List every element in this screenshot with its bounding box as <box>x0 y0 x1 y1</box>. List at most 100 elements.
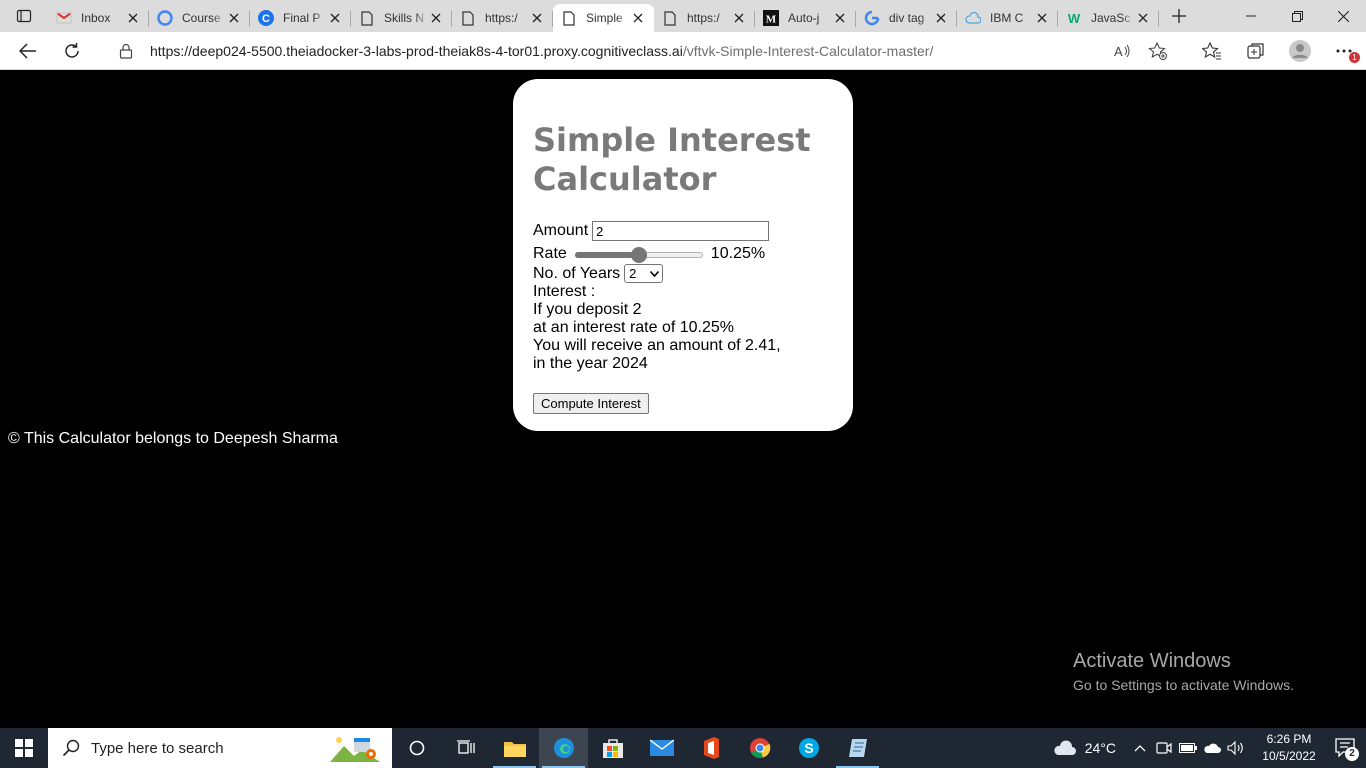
chrome-icon <box>749 738 770 758</box>
slider-fill <box>574 252 639 258</box>
minimize-button[interactable] <box>1228 0 1274 32</box>
address-bar-actions: A <box>1104 36 1176 66</box>
edge-icon <box>553 738 574 758</box>
tab-final-project[interactable]: C Final P <box>250 4 351 32</box>
compute-interest-button[interactable]: Compute Interest <box>533 393 649 414</box>
tab-actions-icon <box>16 9 32 23</box>
taskbar-chrome[interactable] <box>735 728 784 768</box>
chevron-down-icon <box>650 270 660 277</box>
battery-button[interactable] <box>1176 728 1200 768</box>
notification-count: 2 <box>1345 747 1359 761</box>
back-button[interactable] <box>6 32 50 70</box>
tab-label: Skills N <box>384 11 425 25</box>
tab-auto[interactable]: M Auto-j <box>755 4 856 32</box>
taskbar-file-explorer[interactable] <box>490 728 539 768</box>
clock-date: 10/5/2022 <box>1262 749 1316 763</box>
restore-button[interactable] <box>1274 0 1320 32</box>
svg-text:S: S <box>804 740 813 756</box>
tab-label: JavaSc <box>1091 11 1131 25</box>
refresh-icon <box>65 42 79 58</box>
close-tab-icon[interactable] <box>630 10 646 26</box>
taskbar-store[interactable] <box>588 728 637 768</box>
close-tab-icon[interactable] <box>226 10 242 26</box>
new-tab-button[interactable] <box>1159 0 1199 32</box>
tab-https-1[interactable]: https:/ <box>452 4 553 32</box>
refresh-button[interactable] <box>50 32 94 70</box>
address-bar[interactable]: https://deep024-5500.theiadocker-3-labs-… <box>100 36 1176 66</box>
taskbar-clock[interactable]: 6:26 PM 10/5/2022 <box>1252 731 1326 765</box>
close-tab-icon[interactable] <box>933 10 949 26</box>
cortana-button[interactable] <box>392 728 441 768</box>
rate-value: 10.25% <box>710 245 766 262</box>
cloud-icon <box>965 10 981 26</box>
tab-ibm-cloud[interactable]: IBM C <box>957 4 1058 32</box>
years-row: No. of Years 2 <box>533 264 833 283</box>
close-tab-icon[interactable] <box>125 10 141 26</box>
taskbar-mail[interactable] <box>637 728 686 768</box>
taskbar-edge[interactable] <box>539 728 588 768</box>
slider-thumb[interactable] <box>630 247 647 263</box>
tab-simple-active[interactable]: Simple <box>553 4 654 32</box>
tab-course[interactable]: Course <box>149 4 250 32</box>
close-tab-icon[interactable] <box>731 10 747 26</box>
onedrive-button[interactable] <box>1200 728 1224 768</box>
rate-slider[interactable] <box>574 244 703 264</box>
svg-text:C: C <box>262 13 270 25</box>
close-tab-icon[interactable] <box>428 10 444 26</box>
tab-skills[interactable]: Skills N <box>351 4 452 32</box>
tab-label: Auto-j <box>788 11 820 25</box>
tab-div-tag[interactable]: div tag <box>856 4 957 32</box>
taskbar-notes-app[interactable] <box>833 728 882 768</box>
action-center-button[interactable]: 2 <box>1326 728 1366 768</box>
camera-icon <box>1156 742 1172 754</box>
close-tab-icon[interactable] <box>832 10 848 26</box>
mail-icon <box>649 739 674 756</box>
close-tab-icon[interactable] <box>529 10 545 26</box>
tab-label: Inbox <box>81 11 111 25</box>
lock-icon[interactable] <box>116 41 136 61</box>
taskbar-search-box[interactable]: Type here to search <box>48 728 392 768</box>
circle-c-icon: C <box>258 10 274 26</box>
result-amount: You will receive an amount of 2.41, <box>533 337 781 354</box>
read-aloud-icon: A <box>1114 44 1130 59</box>
close-tab-icon[interactable] <box>1034 10 1050 26</box>
close-window-button[interactable] <box>1320 0 1366 32</box>
calculator-card: Simple Interest Calculator Amount Rate 1… <box>513 79 853 431</box>
meet-now-button[interactable] <box>1152 728 1176 768</box>
taskbar-skype[interactable]: S <box>784 728 833 768</box>
volume-button[interactable] <box>1224 728 1248 768</box>
settings-menu-button[interactable]: 1 <box>1322 32 1366 70</box>
years-select[interactable]: 2 <box>624 264 664 283</box>
profile-button[interactable] <box>1278 32 1322 70</box>
window-controls <box>1228 0 1366 32</box>
taskbar-office[interactable] <box>686 728 735 768</box>
search-icon <box>62 739 80 757</box>
close-tab-icon[interactable] <box>327 10 343 26</box>
weather-widget[interactable]: 24°C <box>1053 740 1116 756</box>
svg-text:W: W <box>1068 11 1081 26</box>
tab-https-2[interactable]: https:/ <box>654 4 755 32</box>
task-view-icon <box>456 740 475 754</box>
tab-inbox[interactable]: Inbox <box>48 4 149 32</box>
tab-javascript[interactable]: W JavaSc <box>1058 4 1159 32</box>
tab-label: Final P <box>283 11 321 25</box>
watermark-title: Activate Windows <box>1073 650 1231 672</box>
start-button[interactable] <box>0 728 48 768</box>
more-dots-icon <box>1336 49 1352 53</box>
favorites-button[interactable] <box>1190 32 1234 70</box>
show-hidden-icons-button[interactable] <box>1128 728 1152 768</box>
taskbar: Type here to search S 24°C 6:26 PM 10/5/… <box>0 728 1366 768</box>
collections-button[interactable] <box>1234 32 1278 70</box>
task-view-button[interactable] <box>441 728 490 768</box>
notification-badge: 1 <box>1349 52 1360 63</box>
url-text[interactable]: https://deep024-5500.theiadocker-3-labs-… <box>150 43 933 59</box>
close-tab-icon[interactable] <box>1135 10 1151 26</box>
w3schools-icon: W <box>1066 10 1082 26</box>
read-aloud-button[interactable]: A <box>1104 36 1140 66</box>
tab-actions-button[interactable] <box>0 0 48 32</box>
result-deposit: If you deposit 2 <box>533 301 642 318</box>
add-favorite-button[interactable] <box>1140 36 1176 66</box>
close-icon <box>1337 10 1349 22</box>
amount-input[interactable] <box>592 221 770 241</box>
office-icon <box>703 737 719 759</box>
